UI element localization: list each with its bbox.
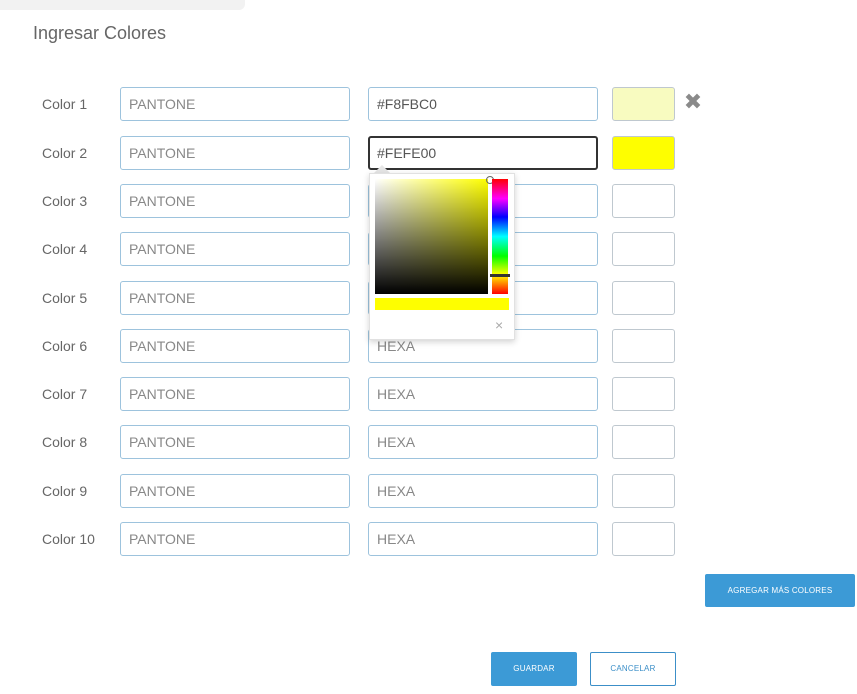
top-tab-edge [0,0,245,10]
hex-input[interactable]: HEXA [368,522,598,556]
hex-input[interactable]: HEXA [368,474,598,508]
color-swatch[interactable] [612,425,675,459]
cancel-button[interactable]: CANCELAR [590,652,676,686]
color-row-10: Color 10 PANTONE HEXA [0,522,857,556]
hex-input[interactable]: #FEFE00 [368,136,598,170]
color-swatch[interactable] [612,377,675,411]
pantone-input[interactable]: PANTONE [120,425,350,459]
pantone-input[interactable]: PANTONE [120,522,350,556]
color-swatch[interactable] [612,281,675,315]
hue-slider-handle[interactable] [490,274,510,277]
color-row-label: Color 9 [42,483,88,499]
color-swatch[interactable] [612,474,675,508]
hex-input[interactable]: HEXA [368,425,598,459]
saturation-value-area[interactable] [375,176,494,294]
pantone-input[interactable]: PANTONE [120,281,350,315]
close-x-icon[interactable]: ✖ [683,91,703,113]
pantone-input[interactable]: PANTONE [120,87,350,121]
selected-color-preview [375,298,509,310]
color-row-label: Color 2 [42,145,88,161]
color-swatch[interactable] [612,522,675,556]
color-row-label: Color 6 [42,338,88,354]
color-swatch[interactable] [612,87,675,121]
hex-input[interactable]: #F8FBC0 [368,87,598,121]
pantone-input[interactable]: PANTONE [120,136,350,170]
pantone-input[interactable]: PANTONE [120,329,350,363]
color-row-label: Color 3 [42,193,88,209]
color-picker-popup: × [369,173,515,340]
color-row-7: Color 7 PANTONE HEXA [0,377,857,411]
color-swatch[interactable] [612,329,675,363]
color-swatch[interactable] [612,184,675,218]
color-row-9: Color 9 PANTONE HEXA [0,474,857,508]
pantone-input[interactable]: PANTONE [120,377,350,411]
pantone-input[interactable]: PANTONE [120,474,350,508]
color-row-1: Color 1 PANTONE #F8FBC0 ✖ [0,87,857,121]
color-row-8: Color 8 PANTONE HEXA [0,425,857,459]
pantone-input[interactable]: PANTONE [120,184,350,218]
save-button[interactable]: GUARDAR [491,652,577,686]
color-row-label: Color 8 [42,434,88,450]
hex-input[interactable]: HEXA [368,377,598,411]
color-picker-arrow [374,165,390,173]
color-row-label: Color 10 [42,531,95,547]
color-row-2: Color 2 PANTONE #FEFE00 [0,136,857,170]
color-row-label: Color 1 [42,96,88,112]
color-swatch[interactable] [612,232,675,266]
close-icon[interactable]: × [495,317,503,333]
pantone-input[interactable]: PANTONE [120,232,350,266]
color-row-label: Color 7 [42,386,88,402]
add-more-colors-button[interactable]: AGREGAR MÁS COLORES [705,574,855,607]
dialog-title: Ingresar Colores [33,23,167,43]
color-row-label: Color 5 [42,290,88,306]
color-row-label: Color 4 [42,241,88,257]
color-swatch[interactable] [612,136,675,170]
